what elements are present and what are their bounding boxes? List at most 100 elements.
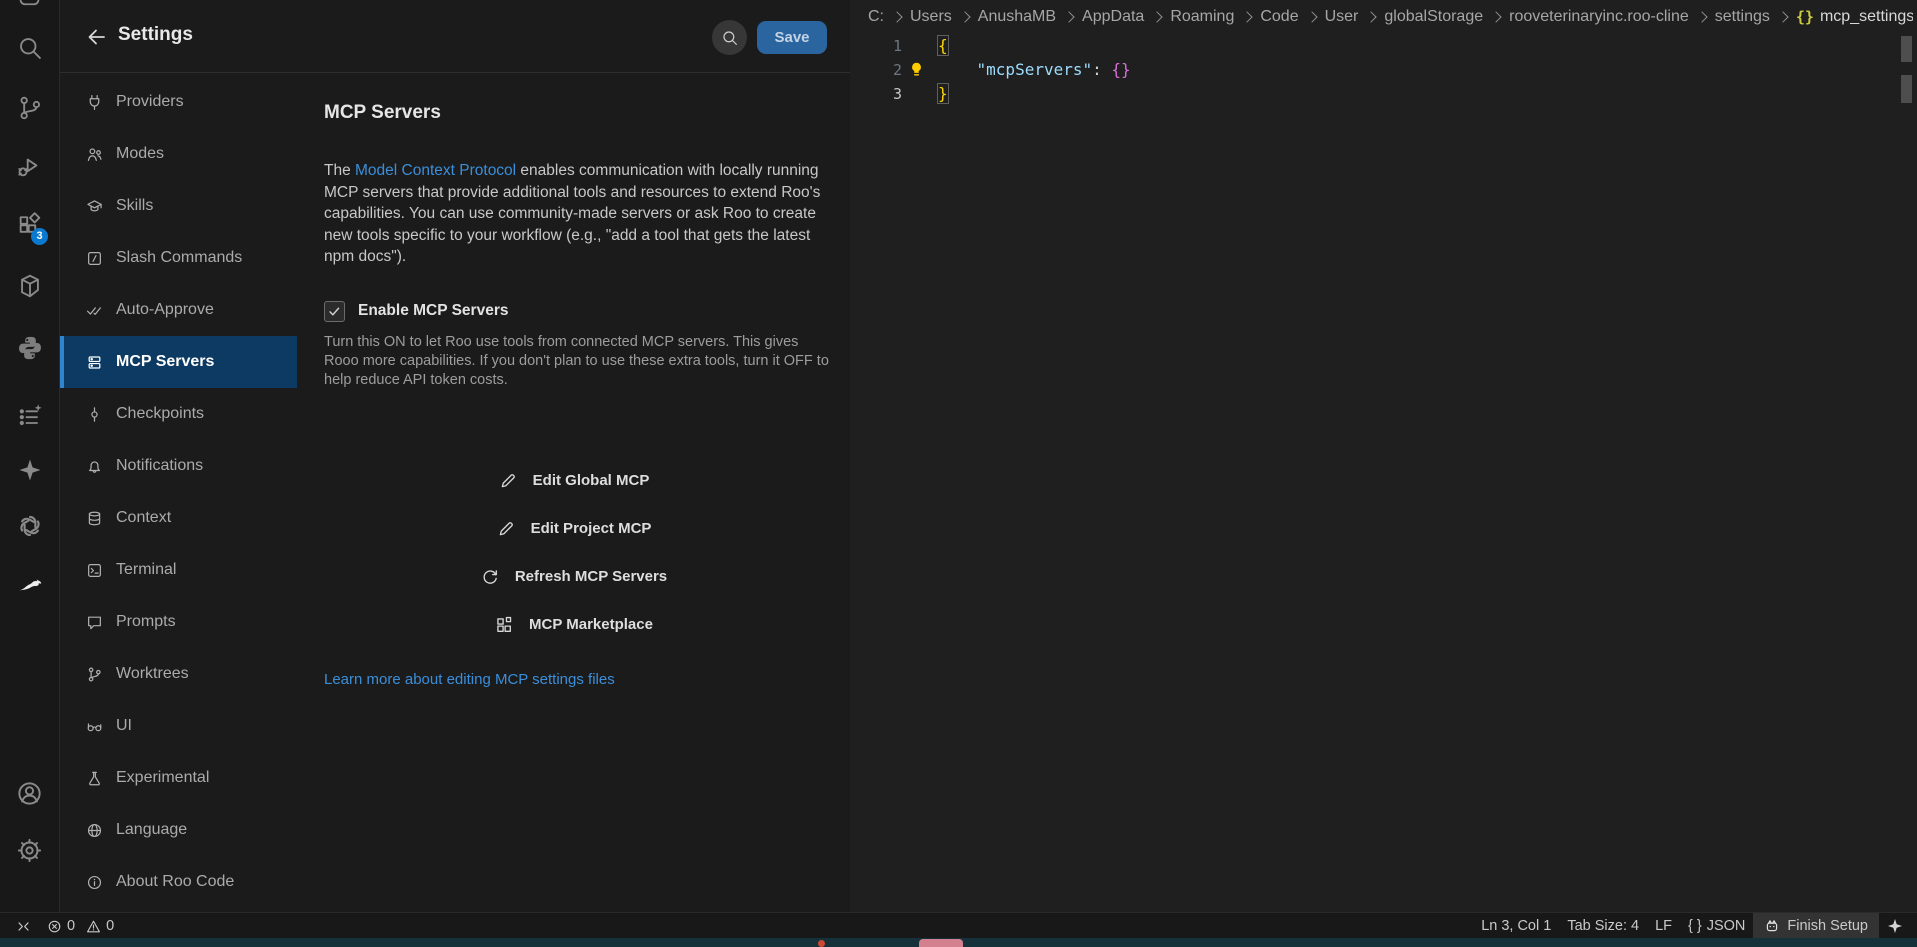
- breadcrumb-item[interactable]: settings: [1715, 8, 1770, 26]
- breadcrumb-item[interactable]: User: [1325, 8, 1359, 26]
- mcp-marketplace-button[interactable]: MCP Marketplace: [324, 601, 824, 649]
- database-icon: [86, 510, 103, 527]
- sidebar-item-context[interactable]: Context: [60, 492, 297, 544]
- edit-global-mcp-button[interactable]: Edit Global MCP: [324, 457, 824, 505]
- refresh-mcp-servers-button[interactable]: Refresh MCP Servers: [324, 553, 824, 601]
- edit-project-mcp-button[interactable]: Edit Project MCP: [324, 505, 824, 553]
- settings-header: Settings Save: [60, 0, 850, 73]
- sidebar-item-mcp-servers[interactable]: MCP Servers: [60, 336, 297, 388]
- sidebar-item-prompts[interactable]: Prompts: [60, 596, 297, 648]
- breadcrumb-item[interactable]: globalStorage: [1384, 8, 1483, 26]
- language-mode[interactable]: { }JSON: [1680, 913, 1753, 939]
- pencil-icon: [499, 472, 517, 490]
- breadcrumb-item[interactable]: Users: [910, 8, 952, 26]
- search-icon[interactable]: [0, 30, 59, 66]
- line-number: 1: [850, 34, 902, 58]
- extensions-badge: 3: [31, 228, 48, 245]
- problems-indicator[interactable]: 0 0: [39, 913, 122, 939]
- mcp-intro-text: The Model Context Protocol enables commu…: [324, 160, 824, 268]
- vscode-window: 3: [0, 0, 1917, 947]
- sidebar-item-terminal[interactable]: Terminal: [60, 544, 297, 596]
- code-line-1: 1 {: [850, 34, 1917, 58]
- sidebar-item-checkpoints[interactable]: Checkpoints: [60, 388, 297, 440]
- chevron-right-icon: [959, 11, 970, 22]
- enable-mcp-row[interactable]: Enable MCP Servers: [324, 301, 824, 322]
- terminal-icon: [86, 562, 103, 579]
- warning-icon: [86, 919, 101, 934]
- sidebar-item-modes[interactable]: Modes: [60, 128, 297, 180]
- chevron-right-icon: [1490, 11, 1501, 22]
- python-icon[interactable]: [0, 330, 59, 366]
- box-icon[interactable]: [0, 268, 59, 304]
- breadcrumb-item[interactable]: AnushaMB: [978, 8, 1056, 26]
- save-button[interactable]: Save: [757, 21, 827, 54]
- breadcrumb-item-file[interactable]: mcp_settings.json: [1820, 8, 1913, 26]
- sidebar-item-notifications[interactable]: Notifications: [60, 440, 297, 492]
- chevron-right-icon: [891, 11, 902, 22]
- tab-size-indicator[interactable]: Tab Size: 4: [1559, 913, 1647, 939]
- breadcrumb-item[interactable]: rooveterinaryinc.roo-cline: [1509, 8, 1689, 26]
- chevron-right-icon: [1063, 11, 1074, 22]
- editor-pane: C: Users AnushaMB AppData Roaming Code U…: [850, 0, 1917, 912]
- settings-gear-icon[interactable]: [0, 832, 59, 868]
- taskbar-pill: [919, 939, 963, 947]
- sidebar-item-language[interactable]: Language: [60, 804, 297, 856]
- mcp-settings-content: MCP Servers The Model Context Protocol e…: [324, 72, 824, 689]
- line-number-active: 3: [850, 82, 902, 106]
- chevron-right-icon: [1152, 11, 1163, 22]
- back-arrow-icon[interactable]: [82, 22, 112, 52]
- globe-icon: [86, 822, 103, 839]
- roo-code-icon[interactable]: [0, 566, 59, 602]
- sidebar-item-ui[interactable]: UI: [60, 700, 297, 752]
- error-count: 0: [67, 918, 75, 934]
- chat-icon[interactable]: [0, 0, 59, 12]
- bell-icon: [86, 458, 103, 475]
- chevron-right-icon: [1777, 11, 1788, 22]
- sidebar-item-worktrees[interactable]: Worktrees: [60, 648, 297, 700]
- enable-mcp-description: Turn this ON to let Roo use tools from c…: [324, 333, 829, 390]
- enable-mcp-checkbox[interactable]: [324, 301, 345, 322]
- breadcrumb-item[interactable]: AppData: [1082, 8, 1144, 26]
- cursor-position[interactable]: Ln 3, Col 1: [1473, 913, 1559, 939]
- plug-icon: [86, 94, 103, 111]
- eol-indicator[interactable]: LF: [1647, 913, 1680, 939]
- page-title: Settings: [118, 24, 193, 46]
- status-bar: 0 0 Ln 3, Col 1 Tab Size: 4 LF { }JSON F…: [0, 912, 1917, 939]
- chevron-right-icon: [1306, 11, 1317, 22]
- sidebar-item-skills[interactable]: Skills: [60, 180, 297, 232]
- pencil-icon: [497, 520, 515, 538]
- sidebar-item-slash-commands[interactable]: Slash Commands: [60, 232, 297, 284]
- sidebar-item-providers[interactable]: Providers: [60, 76, 297, 128]
- chevron-right-icon: [1242, 11, 1253, 22]
- remote-indicator[interactable]: [8, 913, 39, 939]
- section-heading: MCP Servers: [324, 102, 824, 124]
- warning-count: 0: [106, 918, 114, 934]
- copilot-sparkle-icon[interactable]: [1879, 913, 1911, 939]
- json-file-icon: {}: [1796, 8, 1814, 26]
- code-line-3: 3 }: [850, 82, 1917, 106]
- double-check-icon: [86, 302, 103, 319]
- finish-setup-button[interactable]: Finish Setup: [1753, 913, 1879, 939]
- extensions-icon[interactable]: 3: [0, 208, 59, 244]
- sidebar-item-about-roo-code[interactable]: About Roo Code: [60, 856, 297, 908]
- slash-icon: [86, 250, 103, 267]
- search-settings-button[interactable]: [712, 20, 747, 55]
- sidebar-item-auto-approve[interactable]: Auto-Approve: [60, 284, 297, 336]
- breadcrumb-item[interactable]: Roaming: [1170, 8, 1234, 26]
- model-context-protocol-link[interactable]: Model Context Protocol: [355, 162, 516, 179]
- todo-list-icon[interactable]: [0, 398, 59, 434]
- source-control-icon[interactable]: [0, 90, 59, 126]
- sidebar-item-experimental[interactable]: Experimental: [60, 752, 297, 804]
- run-debug-icon[interactable]: [0, 148, 59, 184]
- learn-more-link[interactable]: Learn more about editing MCP settings fi…: [324, 671, 615, 688]
- lightbulb-icon[interactable]: [908, 61, 925, 85]
- code-line-2: 2 "mcpServers": {}: [850, 58, 1917, 82]
- sparkle-icon[interactable]: [0, 452, 59, 488]
- breadcrumb-item[interactable]: C:: [868, 8, 884, 26]
- account-icon[interactable]: [0, 775, 59, 811]
- openai-icon[interactable]: [0, 508, 59, 544]
- code-editor[interactable]: 1 { 2 "mcpServers": {} 3 }: [850, 34, 1917, 106]
- git-branch-icon: [86, 666, 103, 683]
- breadcrumb-item[interactable]: Code: [1260, 8, 1298, 26]
- taskbar-dot: [818, 940, 825, 947]
